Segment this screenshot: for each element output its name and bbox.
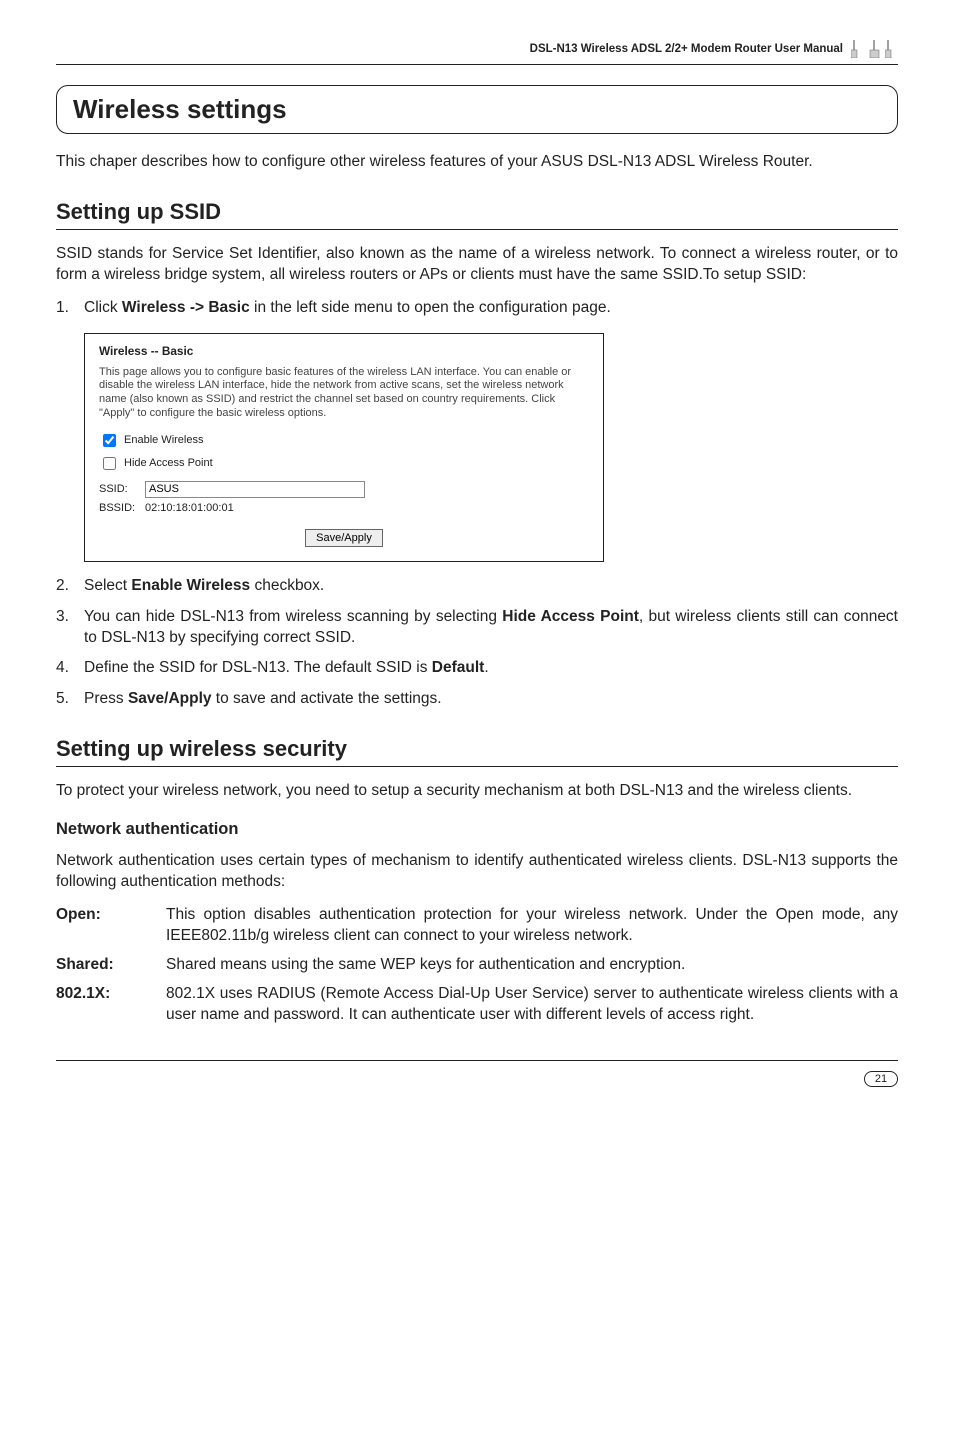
step-bold: Save/Apply [128, 690, 212, 707]
netauth-paragraph: Network authentication uses certain type… [56, 851, 898, 893]
router-icons [851, 40, 898, 58]
save-apply-button[interactable]: Save/Apply [305, 529, 383, 547]
step-4: 4. Define the SSID for DSL-N13. The defa… [56, 658, 898, 679]
step-text: to save and activate the settings. [212, 690, 442, 707]
intro-paragraph: This chaper describes how to configure o… [56, 152, 898, 173]
panel-button-row: Save/Apply [99, 528, 589, 547]
def-8021x: 802.1X: 802.1X uses RADIUS (Remote Acces… [56, 984, 898, 1026]
step-number: 2. [56, 576, 69, 597]
def-open: Open: This option disables authenticatio… [56, 905, 898, 947]
step-text: You can hide DSL-N13 from wireless scann… [84, 608, 502, 625]
ssid-paragraph: SSID stands for Service Set Identifier, … [56, 244, 898, 286]
ssid-label: SSID: [99, 483, 145, 495]
screenshot-container: Wireless -- Basic This page allows you t… [84, 333, 898, 562]
enable-wireless-row: Enable Wireless [99, 431, 589, 450]
panel-title: Wireless -- Basic [99, 344, 589, 358]
def-shared-body: Shared means using the same WEP keys for… [166, 955, 898, 976]
header-text: DSL-N13 Wireless ADSL 2/2+ Modem Router … [530, 43, 843, 55]
page-number-wrap: 21 [56, 1069, 898, 1087]
hide-ap-row: Hide Access Point [99, 454, 589, 473]
step-1: 1. Click Wireless -> Basic in the left s… [56, 298, 898, 319]
def-open-term: Open: [56, 905, 166, 947]
step-bold: Default [432, 659, 485, 676]
footer-rule [56, 1060, 898, 1061]
header-rule [56, 64, 898, 65]
security-heading-rule [56, 766, 898, 767]
step-3: 3. You can hide DSL-N13 from wireless sc… [56, 607, 898, 649]
step-5: 5. Press Save/Apply to save and activate… [56, 689, 898, 710]
step-number: 4. [56, 658, 69, 679]
ssid-input[interactable] [145, 481, 365, 498]
def-open-body: This option disables authentication prot… [166, 905, 898, 947]
section-title-box: Wireless settings [56, 85, 898, 134]
step-text: . [484, 659, 488, 676]
security-heading: Setting up wireless security [56, 736, 898, 762]
def-shared: Shared: Shared means using the same WEP … [56, 955, 898, 976]
bssid-label: BSSID: [99, 502, 145, 514]
router-icon [885, 40, 898, 58]
hide-ap-label: Hide Access Point [124, 457, 213, 469]
step-text: Select [84, 577, 131, 594]
wireless-basic-panel: Wireless -- Basic This page allows you t… [84, 333, 604, 562]
ssid-steps-cont: 2. Select Enable Wireless checkbox. 3. Y… [56, 576, 898, 711]
def-shared-term: Shared: [56, 955, 166, 976]
step-2: 2. Select Enable Wireless checkbox. [56, 576, 898, 597]
security-paragraph: To protect your wireless network, you ne… [56, 781, 898, 802]
router-icon [868, 40, 881, 58]
enable-wireless-label: Enable Wireless [124, 434, 203, 446]
ssid-heading: Setting up SSID [56, 199, 898, 225]
step-bold: Wireless -> Basic [122, 299, 250, 316]
ssid-heading-rule [56, 229, 898, 230]
def-8021x-term: 802.1X: [56, 984, 166, 1026]
def-8021x-body: 802.1X uses RADIUS (Remote Access Dial-U… [166, 984, 898, 1026]
bssid-value: 02:10:18:01:00:01 [145, 502, 234, 514]
ssid-steps: 1. Click Wireless -> Basic in the left s… [56, 298, 898, 319]
auth-definitions: Open: This option disables authenticatio… [56, 905, 898, 1026]
enable-wireless-checkbox[interactable] [103, 434, 116, 447]
step-number: 1. [56, 298, 69, 319]
netauth-heading: Network authentication [56, 820, 898, 839]
bssid-row: BSSID: 02:10:18:01:00:01 [99, 502, 589, 514]
step-number: 3. [56, 607, 69, 628]
panel-description: This page allows you to configure basic … [99, 366, 589, 421]
step-bold: Hide Access Point [502, 608, 639, 625]
step-text: checkbox. [250, 577, 324, 594]
ssid-row: SSID: [99, 481, 589, 498]
step-text: Press [84, 690, 128, 707]
router-icon [851, 40, 864, 58]
section-title: Wireless settings [73, 94, 287, 124]
step-text: in the left side menu to open the config… [250, 299, 611, 316]
step-text: Define the SSID for DSL-N13. The default… [84, 659, 432, 676]
page-number: 21 [864, 1071, 898, 1087]
step-text: Click [84, 299, 122, 316]
step-number: 5. [56, 689, 69, 710]
step-bold: Enable Wireless [131, 577, 250, 594]
page-header: DSL-N13 Wireless ADSL 2/2+ Modem Router … [56, 40, 898, 58]
hide-ap-checkbox[interactable] [103, 457, 116, 470]
